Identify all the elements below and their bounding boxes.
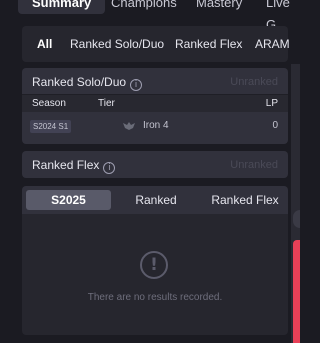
- table-row: S2024 S1 Iron 4 0: [22, 112, 288, 140]
- filter-tab-aram[interactable]: ARAM: [255, 26, 290, 62]
- info-icon[interactable]: i: [130, 79, 143, 91]
- column-tier: Tier: [98, 98, 115, 109]
- ranked-flex-card: Ranked Flex i Unranked: [22, 151, 288, 178]
- tab-live-game[interactable]: Live G: [266, 0, 300, 32]
- ranked-solo-title: Ranked Solo/Duo i: [32, 75, 143, 91]
- tab-ranked-flex[interactable]: Ranked Flex: [206, 190, 284, 210]
- filter-tab-all[interactable]: All: [37, 26, 52, 62]
- side-panel-accent: [293, 240, 300, 343]
- empty-state: ! There are no results recorded.: [22, 214, 288, 335]
- season-results-panel: S2025 Ranked Solo/D... Ranked Flex ! The…: [22, 186, 288, 335]
- profile-tabs: Summary Champions Mastery Live G: [0, 0, 300, 32]
- exclamation-icon: !: [140, 251, 168, 279]
- filter-tab-ranked-solo-duo[interactable]: Ranked Solo/Duo: [70, 26, 164, 62]
- tab-champions[interactable]: Champions: [111, 0, 177, 14]
- column-season: Season: [32, 98, 66, 109]
- lp-value: 0: [272, 120, 278, 131]
- filter-tab-ranked-flex[interactable]: Ranked Flex: [175, 26, 242, 62]
- tier-value: Iron 4: [143, 120, 169, 131]
- empty-message: There are no results recorded.: [87, 292, 223, 303]
- iron-emblem-icon: [123, 122, 135, 130]
- season-tabs: S2025 Ranked Solo/D... Ranked Flex: [22, 186, 288, 227]
- tab-ranked-solo-duo[interactable]: Ranked Solo/D...: [111, 190, 201, 227]
- ranked-solo-status: Unranked: [230, 76, 278, 88]
- left-gutter: [0, 15, 22, 343]
- table-header: Season Tier LP: [22, 94, 288, 112]
- ranked-flex-title-text: Ranked Flex: [32, 158, 100, 172]
- tab-summary[interactable]: Summary: [18, 0, 106, 14]
- queue-filter-bar: All Ranked Solo/Duo Ranked Flex ARAM: [22, 26, 290, 62]
- ranked-flex-status: Unranked: [230, 159, 278, 171]
- tab-s2025[interactable]: S2025: [26, 190, 111, 210]
- season-badge: S2024 S1: [30, 120, 72, 133]
- column-lp: LP: [265, 98, 278, 109]
- ranked-solo-title-text: Ranked Solo/Duo: [32, 75, 127, 89]
- ranked-solo-card: Ranked Solo/Duo i Unranked Season Tier LP…: [22, 68, 288, 144]
- scroll-handle[interactable]: [293, 210, 300, 228]
- info-icon[interactable]: i: [103, 162, 116, 174]
- tab-mastery[interactable]: Mastery: [196, 0, 242, 14]
- ranked-flex-title: Ranked Flex i: [32, 158, 116, 174]
